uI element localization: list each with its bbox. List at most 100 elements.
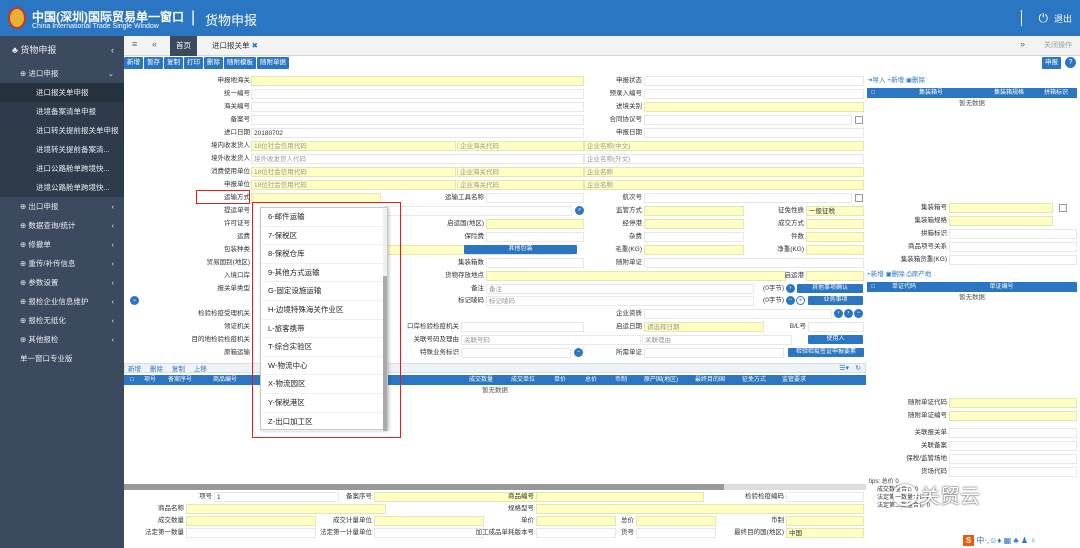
save-draft-button[interactable]: 暂存 — [144, 57, 163, 69]
dropdown-option[interactable]: H-边境特殊海关作业区 — [261, 301, 387, 320]
template-button[interactable]: 随附模板 — [224, 57, 256, 69]
arrow-icon[interactable]: › — [786, 284, 795, 293]
sidebar-item-settings[interactable]: ⊕ 参数设置 ‹ — [0, 273, 124, 292]
dropdown-option[interactable]: T-综合实验区 — [261, 338, 387, 357]
sidebar-item-other[interactable]: ⊕ 其他报检 ‹ — [0, 330, 124, 349]
voyage-checkbox[interactable] — [855, 194, 863, 202]
attachments-button[interactable]: 随附单据 — [257, 57, 289, 69]
domestic-name-cn[interactable]: 企业名称(中文) — [584, 141, 864, 151]
double-right-icon[interactable]: » — [1020, 39, 1025, 49]
prev-icon[interactable]: ‹ — [834, 309, 843, 318]
net-weight-field[interactable] — [806, 245, 864, 255]
sidebar-subitem[interactable]: 进口报关单申报 — [0, 83, 124, 102]
declare-credit-code[interactable]: 18位社会信用代码 — [251, 180, 456, 190]
docs-select-all[interactable]: □ — [867, 282, 879, 292]
dropdown-option[interactable]: L-旅客携带 — [261, 320, 387, 339]
sidebar-section-goods[interactable]: ♣ 货物申报 ‹ — [0, 36, 124, 64]
delete-button[interactable]: 删除 — [204, 57, 223, 69]
dropdown-option[interactable]: G-固定设施运输 — [261, 282, 387, 301]
new-button[interactable]: 新增 — [124, 57, 143, 69]
dropdown-scrollbar-thumb[interactable] — [383, 276, 387, 431]
plus-icon[interactable]: + — [796, 296, 805, 305]
supervision-mode-field[interactable] — [644, 206, 744, 216]
goods-name-field[interactable] — [186, 504, 386, 514]
dropdown-option[interactable]: 9-其他方式运输 — [261, 264, 387, 283]
consumer-name[interactable]: 企业名称 — [584, 167, 864, 177]
sidebar-subitem[interactable]: 进境转关提前备案清... — [0, 140, 124, 159]
inspection-sign-button[interactable]: 检验检疫签证申报要素 — [788, 348, 864, 357]
tab-import-declaration[interactable]: 进口报关单 ✖ — [206, 36, 264, 56]
dropdown-option[interactable]: Y-保税港区 — [261, 394, 387, 413]
sidebar-item-query[interactable]: ⊕ 数据查询/统计 ‹ — [0, 216, 124, 235]
select-all-checkbox[interactable]: □ — [124, 375, 140, 385]
docs-delete-button[interactable]: ▣删除 — [886, 271, 905, 278]
domestic-credit-code[interactable]: 18位社会信用代码 — [251, 141, 456, 151]
departure-port-field[interactable] — [806, 271, 864, 281]
inspection-code-field[interactable] — [786, 492, 864, 502]
collapse-icon[interactable]: ⌄ — [130, 296, 139, 305]
entry-port-field[interactable] — [644, 102, 864, 112]
close-icon[interactable]: ✖ — [252, 41, 258, 50]
columns-icon[interactable]: ☰▾ — [839, 364, 849, 372]
attached-code-field[interactable] — [949, 398, 1077, 408]
bl-no-field[interactable] — [808, 322, 864, 332]
foreign-consignor-code[interactable]: 境外收发货人代码 — [251, 154, 584, 164]
import-date-field[interactable]: 20180702 — [251, 128, 584, 138]
menu-icon[interactable]: ≡ — [132, 39, 137, 49]
pieces-field[interactable] — [806, 232, 864, 242]
attached-no-field[interactable] — [949, 411, 1077, 421]
help-icon[interactable]: ? — [1065, 57, 1076, 68]
total-price-field[interactable] — [636, 516, 716, 526]
double-left-icon[interactable]: « — [152, 39, 157, 49]
consumer-credit-code[interactable]: 18位社会信用代码 — [251, 167, 456, 177]
remark-field[interactable]: 备注 — [486, 284, 754, 294]
agreement-checkbox[interactable] — [855, 116, 863, 124]
dropdown-option[interactable]: W-物流中心 — [261, 357, 387, 376]
currency-field[interactable] — [786, 516, 864, 526]
sidebar-subitem[interactable]: 进境备案清单申报 — [0, 102, 124, 121]
dropdown-option[interactable]: 6-邮件运输 — [261, 208, 387, 227]
bill-no-field[interactable] — [384, 206, 572, 216]
related-record-field[interactable] — [949, 441, 1077, 451]
processed-version-field[interactable] — [536, 528, 616, 538]
sidebar-subitem[interactable]: 进口转关提前报关单申报 — [0, 121, 124, 140]
container-delete-button[interactable]: ▣删除 — [906, 77, 925, 84]
levy-nature-field[interactable]: 一般征税 — [806, 206, 864, 216]
sidebar-item-export[interactable]: ⊕ 出口申报 ‹ — [0, 197, 124, 216]
foreign-name-en[interactable]: 企业名称(外文) — [584, 154, 864, 164]
deal-unit-field[interactable] — [374, 516, 484, 526]
dropdown-option[interactable]: 7-保税区 — [261, 227, 387, 246]
domestic-customs-code[interactable]: 企业海关代码 — [457, 141, 584, 151]
container-new-button[interactable]: +新增 — [887, 77, 904, 84]
logout-button[interactable]: ⏻ 退出 — [1021, 6, 1072, 30]
container-spec-field[interactable] — [949, 216, 1053, 226]
close-operations[interactable]: 关闭操作 — [1044, 40, 1072, 50]
sidebar-item-enterprise[interactable]: ⊕ 报检企业信息维护 ‹ — [0, 292, 124, 311]
declare-name[interactable]: 企业名称 — [584, 180, 864, 190]
via-port-field[interactable] — [644, 219, 744, 229]
sidebar-subitem[interactable]: 进境公路舱单跨境快... — [0, 178, 124, 197]
related-reason-field[interactable]: 关联理由 — [642, 335, 792, 345]
tab-home[interactable]: 首页 — [170, 36, 197, 56]
unit-price-field[interactable] — [536, 516, 616, 526]
sidebar-item-revoke[interactable]: ⊕ 修撤单 ‹ — [0, 235, 124, 254]
container-checkbox[interactable] — [1059, 204, 1067, 212]
goods-relation-field[interactable] — [949, 242, 1077, 252]
copy-button[interactable]: 复制 — [164, 57, 183, 69]
import-button[interactable]: ⇥导入 — [867, 77, 885, 84]
minus-icon[interactable]: − — [786, 296, 795, 305]
sidebar-item-paperless[interactable]: ⊕ 报检无纸化 ‹ — [0, 311, 124, 330]
declare-customs-code[interactable]: 企业海关代码 — [457, 180, 584, 190]
docs-new-button[interactable]: +新增 — [867, 271, 884, 278]
sidebar-item-resend[interactable]: ⊕ 重传/补传信息 ‹ — [0, 254, 124, 273]
consumer-customs-code[interactable]: 企业海关代码 — [457, 167, 584, 177]
transport-mode-dropdown[interactable]: 6-邮件运输 7-保税区 8-保税仓库 9-其他方式运输 G-固定设施运输 H-… — [260, 207, 388, 432]
departure-date-field[interactable]: 请选择日期 — [644, 322, 764, 332]
mark-code-field[interactable]: 标记唛码 — [486, 296, 754, 306]
use-person-button[interactable]: 使用人 — [808, 335, 863, 344]
dropdown-option[interactable]: Z-出口加工区 — [261, 413, 387, 432]
voyage-no-field[interactable] — [644, 193, 852, 203]
goods-location-field[interactable] — [486, 271, 786, 281]
gross-weight-field[interactable] — [644, 245, 744, 255]
declare-site-field[interactable] — [251, 76, 584, 86]
